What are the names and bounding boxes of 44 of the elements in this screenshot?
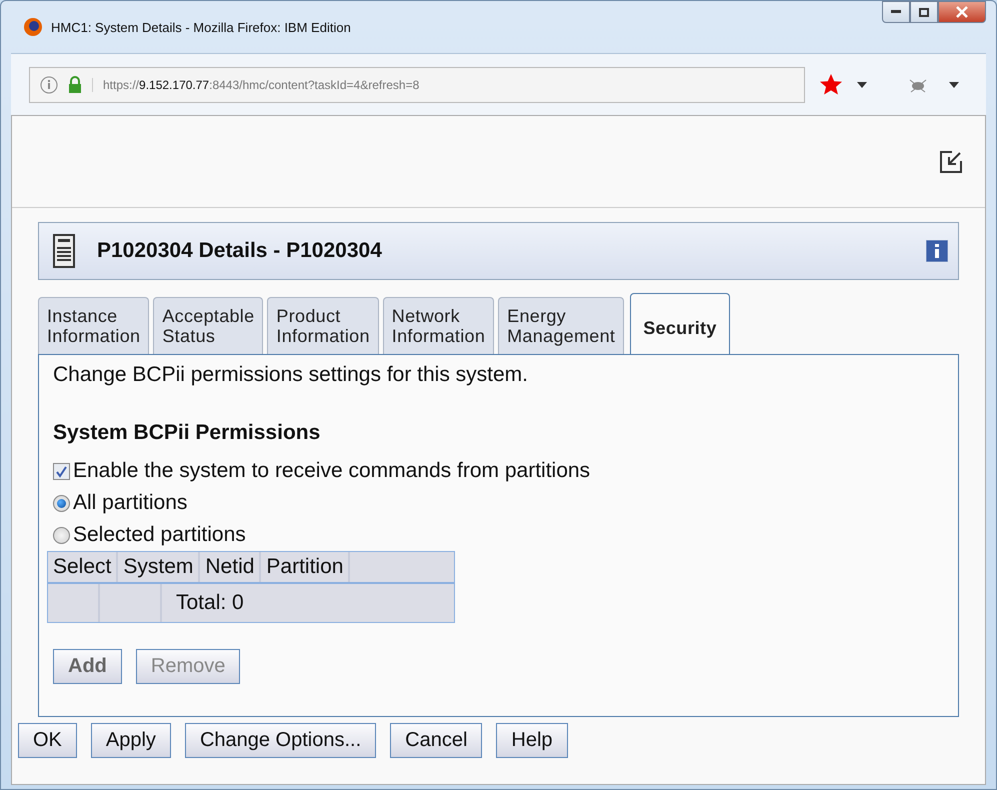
- tab[interactable]: Energy Management: [498, 297, 624, 355]
- dialog-button[interactable]: Apply: [90, 723, 171, 758]
- restore-icon[interactable]: [939, 150, 963, 174]
- dropdown-icon[interactable]: [857, 82, 867, 88]
- radio-button[interactable]: [53, 494, 70, 512]
- checkbox-label: Enable the system to receive commands from partitions: [73, 459, 590, 483]
- column-header: Netid: [200, 552, 262, 582]
- column-header: Select: [48, 552, 118, 582]
- section-title: System BCPii Permissions: [53, 421, 322, 445]
- lock-icon: [68, 76, 82, 93]
- window-title: HMC1: System Details - Mozilla Firefox: IBM Edition: [51, 20, 352, 34]
- server-icon: [53, 234, 75, 268]
- dialog-button[interactable]: Change Options...: [184, 723, 376, 758]
- minimize-icon: [891, 10, 901, 14]
- maximize-button[interactable]: [910, 1, 938, 23]
- tab[interactable]: Security: [630, 293, 730, 355]
- table-button[interactable]: Add: [53, 649, 122, 684]
- dialog-button[interactable]: Cancel: [390, 723, 482, 758]
- tab[interactable]: Instance Information: [38, 297, 150, 355]
- minimize-button[interactable]: [882, 1, 910, 23]
- firefox-icon: [23, 17, 43, 37]
- close-button[interactable]: [938, 1, 986, 23]
- column-header: System: [118, 552, 200, 582]
- table-total: Total: 0: [175, 591, 244, 615]
- tab[interactable]: Product Information: [267, 297, 379, 355]
- info-icon[interactable]: [926, 240, 948, 262]
- panel-title: P1020304 Details - P1020304: [97, 239, 383, 263]
- dropdown-icon[interactable]: [949, 82, 959, 88]
- tab[interactable]: Acceptable Status: [153, 297, 264, 355]
- tab[interactable]: Network Information: [382, 297, 494, 355]
- radio-label: All partitions: [73, 491, 188, 515]
- address-bar[interactable]: https://9.152.170.77:8443/hmc/content?taskId=4&refresh=8: [29, 66, 805, 102]
- radio-button[interactable]: [53, 526, 70, 544]
- url-text: https://9.152.170.77:8443/hmc/content?taskId=4&refresh=8: [92, 78, 420, 92]
- star-icon[interactable]: [819, 72, 843, 96]
- column-header: Partition: [261, 552, 350, 582]
- checkbox[interactable]: [53, 462, 70, 480]
- dialog-button[interactable]: OK: [18, 723, 77, 758]
- description-text: Change BCPii permissions settings for this system.: [53, 363, 530, 387]
- maximize-icon: [919, 8, 929, 16]
- dialog-button[interactable]: Help: [496, 723, 568, 758]
- radio-label: Selected partitions: [73, 523, 246, 547]
- close-icon: [956, 6, 968, 18]
- info-icon: [40, 76, 58, 94]
